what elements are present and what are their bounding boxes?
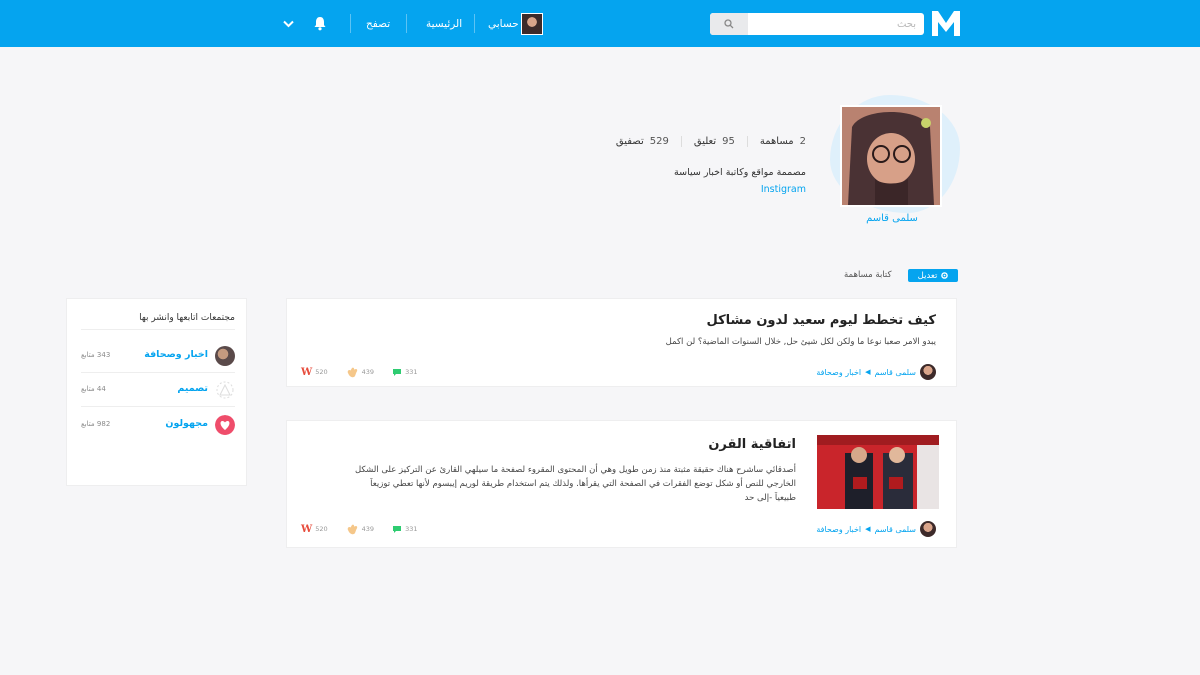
- comment-stat[interactable]: 331: [392, 525, 418, 534]
- w-stat[interactable]: W 520: [301, 367, 328, 378]
- clap-icon: [347, 367, 357, 378]
- stat-claps: 529 تصفيق: [604, 136, 682, 147]
- post-image[interactable]: [817, 435, 939, 509]
- comment-icon: [393, 525, 402, 533]
- nav-account-link[interactable]: حسابي: [488, 17, 519, 31]
- post-card[interactable]: اتفاقية القرن أصدقائي ساشرح هناك حقيقة م…: [286, 420, 957, 548]
- post-title[interactable]: اتفاقية القرن: [708, 437, 796, 452]
- nav-divider: [474, 14, 475, 33]
- nav-home-link[interactable]: الرئيسية: [426, 17, 462, 31]
- search-box: [710, 13, 924, 35]
- profile-photo: [842, 107, 940, 205]
- user-avatar[interactable]: [521, 13, 543, 35]
- community-name[interactable]: اخبار وصحافة: [816, 368, 861, 377]
- chevron-down-icon[interactable]: [283, 20, 294, 28]
- community-item[interactable]: مجهولون 982 متابع: [81, 413, 235, 437]
- clap-stat[interactable]: 439: [346, 523, 374, 535]
- search-input[interactable]: [750, 13, 922, 35]
- author-avatar[interactable]: [920, 521, 936, 537]
- heart-icon: [215, 415, 235, 435]
- w-icon: W: [301, 366, 313, 378]
- communities-sidebar: مجتمعات اتابعها وانشر بها اخبار وصحافة 3…: [66, 298, 247, 486]
- author-name[interactable]: سلمى قاسم: [875, 525, 916, 534]
- post-stats: W 520 439 331: [301, 366, 418, 378]
- divider: [81, 372, 235, 373]
- post-title[interactable]: كيف تخطط ليوم سعيد لدون مشاكل: [706, 313, 936, 328]
- arrow-left-icon: ◀: [865, 525, 871, 533]
- post-photo: [817, 435, 939, 509]
- nav-divider: [350, 14, 351, 33]
- divider: [81, 406, 235, 407]
- author-avatar[interactable]: [920, 364, 936, 380]
- comment-stat[interactable]: 331: [392, 368, 418, 377]
- search-button[interactable]: [710, 13, 748, 35]
- comment-icon: [393, 368, 402, 376]
- arrow-left-icon: ◀: [865, 368, 871, 376]
- community-name[interactable]: اخبار وصحافة: [816, 525, 861, 534]
- gear-icon: [941, 272, 949, 279]
- community-item[interactable]: تصميم 44 متابع: [81, 378, 235, 402]
- search-icon: [724, 19, 734, 29]
- post-stats: W 520 439 331: [301, 523, 418, 535]
- profile-avatar[interactable]: [840, 105, 942, 207]
- post-meta: سلمى قاسم ◀ اخبار وصحافة: [816, 364, 936, 380]
- post-meta: سلمى قاسم ◀ اخبار وصحافة: [816, 521, 936, 537]
- profile-stats: 2 مساهمة 95 تعليق 529 تصفيق: [604, 136, 806, 147]
- nav-browse-link[interactable]: تصفح: [366, 17, 390, 31]
- post-excerpt: يبدو الامر صعبا نوعا ما ولكن لكل شيئ حل,…: [665, 337, 936, 347]
- clap-icon: [347, 524, 357, 535]
- profile-bio: مصممة مواقع وكاتبة اخبار سياسة: [674, 167, 806, 178]
- author-name[interactable]: سلمى قاسم: [875, 368, 916, 377]
- community-item[interactable]: اخبار وصحافة 343 متابع: [81, 344, 235, 368]
- w-stat[interactable]: W 520: [301, 524, 328, 535]
- news-photo: [215, 346, 235, 366]
- logo-icon[interactable]: [931, 9, 961, 37]
- write-contribution-link[interactable]: كتابة مساهمة: [844, 270, 892, 280]
- w-icon: W: [301, 523, 313, 535]
- post-excerpt: أصدقائي ساشرح هناك حقيقة مثبتة منذ زمن ط…: [354, 465, 796, 503]
- bell-icon[interactable]: [313, 16, 327, 31]
- sidebar-title: مجتمعات اتابعها وانشر بها: [139, 313, 235, 323]
- divider: [81, 329, 235, 330]
- edit-profile-button[interactable]: تعديل: [908, 269, 958, 282]
- design-icon: [216, 381, 234, 399]
- profile-name[interactable]: سلمى قاسم: [840, 213, 944, 224]
- nav-divider: [406, 14, 407, 33]
- stat-contributions: 2 مساهمة: [759, 136, 806, 147]
- top-navbar: حسابي الرئيسية تصفح: [0, 0, 1200, 47]
- post-card[interactable]: كيف تخطط ليوم سعيد لدون مشاكل يبدو الامر…: [286, 298, 957, 387]
- clap-stat[interactable]: 439: [346, 366, 374, 378]
- profile-social-link[interactable]: Instigram: [761, 184, 806, 195]
- stat-comments: 95 تعليق: [682, 136, 748, 147]
